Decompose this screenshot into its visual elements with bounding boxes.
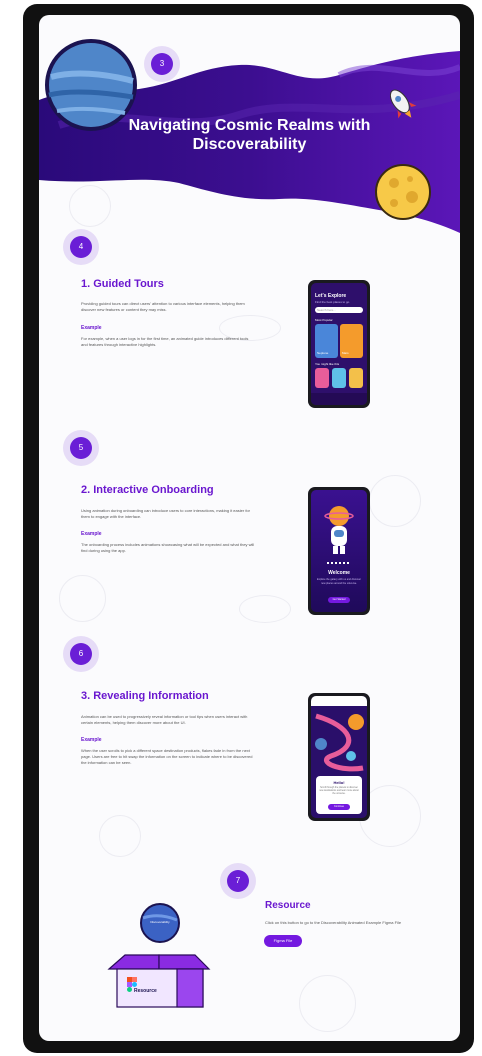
step-badge: 3 xyxy=(144,46,180,82)
example-text: For example, when a user logs in for the… xyxy=(81,336,249,347)
planet-card-label: Neptune xyxy=(317,351,329,355)
example-text: The onboarding process includes animatio… xyxy=(81,542,255,553)
phone-mockup: Welcome Explore the galaxy with us and d… xyxy=(308,487,370,615)
hello-dialog: Hello! Scroll through the planets to dis… xyxy=(316,776,362,814)
planet-path-icon xyxy=(315,713,364,772)
section-description: Animation can be used to progressively r… xyxy=(81,714,248,725)
example-label: Example xyxy=(81,325,102,331)
astronaut-icon xyxy=(324,506,354,554)
phone-screen: Hello! Scroll through the planets to dis… xyxy=(311,696,367,818)
example-text: When the user scrolls to pick a differen… xyxy=(81,748,253,765)
phone-mockup: Hello! Scroll through the planets to dis… xyxy=(308,693,370,821)
phone-screen: Let's Explore Find the best places to go… xyxy=(311,283,367,405)
get-started-button[interactable]: Get Started xyxy=(328,597,350,603)
phone-section-label: Most Popular xyxy=(315,318,333,322)
planet-thumb[interactable] xyxy=(332,368,346,388)
resource-box-icon xyxy=(107,954,211,1008)
phone-title: Let's Explore xyxy=(315,293,347,299)
planet-card-label: Mars xyxy=(342,351,349,355)
bg-planet-decor xyxy=(59,575,106,622)
phone-search-input[interactable]: Search here... xyxy=(315,307,363,313)
page-title: Navigating Cosmic Realms with Discoverab… xyxy=(39,116,460,154)
sphere-label: Discoverability xyxy=(150,920,170,924)
dialog-heading: Hello! xyxy=(333,780,345,785)
phone-mockup: Let's Explore Find the best places to go… xyxy=(308,280,370,408)
section-heading: 2. Interactive Onboarding xyxy=(81,484,214,496)
step-badge: 4 xyxy=(63,229,99,265)
step-badge: 7 xyxy=(220,863,256,899)
planet-card[interactable]: Neptune xyxy=(315,324,338,358)
section-description: Providing guided tours can direct users'… xyxy=(81,301,245,312)
phone-section-label: You might like this xyxy=(315,362,340,366)
resource-description: Click on this button to go to the Discov… xyxy=(265,920,402,925)
example-label: Example xyxy=(81,737,102,743)
page-card: 3 Navigating Cosmic Realms with Discover… xyxy=(39,15,460,1041)
figma-file-button[interactable]: Figma File xyxy=(264,935,302,947)
section-description: Using animation during onboarding can in… xyxy=(81,508,250,519)
phone-subtitle: Find the best places to go xyxy=(315,300,350,304)
planet-thumb[interactable] xyxy=(349,368,363,388)
dialog-button[interactable]: Continue xyxy=(328,804,350,810)
phone-screen: Welcome Explore the galaxy with us and d… xyxy=(311,490,367,612)
moon-icon xyxy=(375,164,431,220)
phone-heading: Welcome xyxy=(328,570,350,576)
section-heading: 3. Revealing Information xyxy=(81,690,209,702)
dialog-body: Scroll through the planets to discover n… xyxy=(319,787,359,796)
title-line-1: Navigating Cosmic Realms with xyxy=(128,117,371,134)
planet-card[interactable]: Mars xyxy=(340,324,363,358)
bg-planet-decor xyxy=(239,595,291,623)
planet-thumb[interactable] xyxy=(315,368,329,388)
step-badge: 5 xyxy=(63,430,99,466)
bg-planet-decor xyxy=(299,975,356,1032)
box-label: Resource xyxy=(134,988,157,994)
resource-heading: Resource xyxy=(265,900,311,911)
step-badge: 6 xyxy=(63,636,99,672)
title-line-2: Discoverability xyxy=(192,136,307,153)
phone-tab-bar xyxy=(311,393,367,405)
bg-planet-decor xyxy=(99,815,141,857)
example-label: Example xyxy=(81,531,102,537)
phone-body: Explore the galaxy with us and discover … xyxy=(317,578,361,585)
phone-top-bar xyxy=(311,696,367,706)
section-heading: 1. Guided Tours xyxy=(81,278,164,290)
bg-planet-decor xyxy=(369,475,421,527)
pager-dots xyxy=(327,562,351,564)
